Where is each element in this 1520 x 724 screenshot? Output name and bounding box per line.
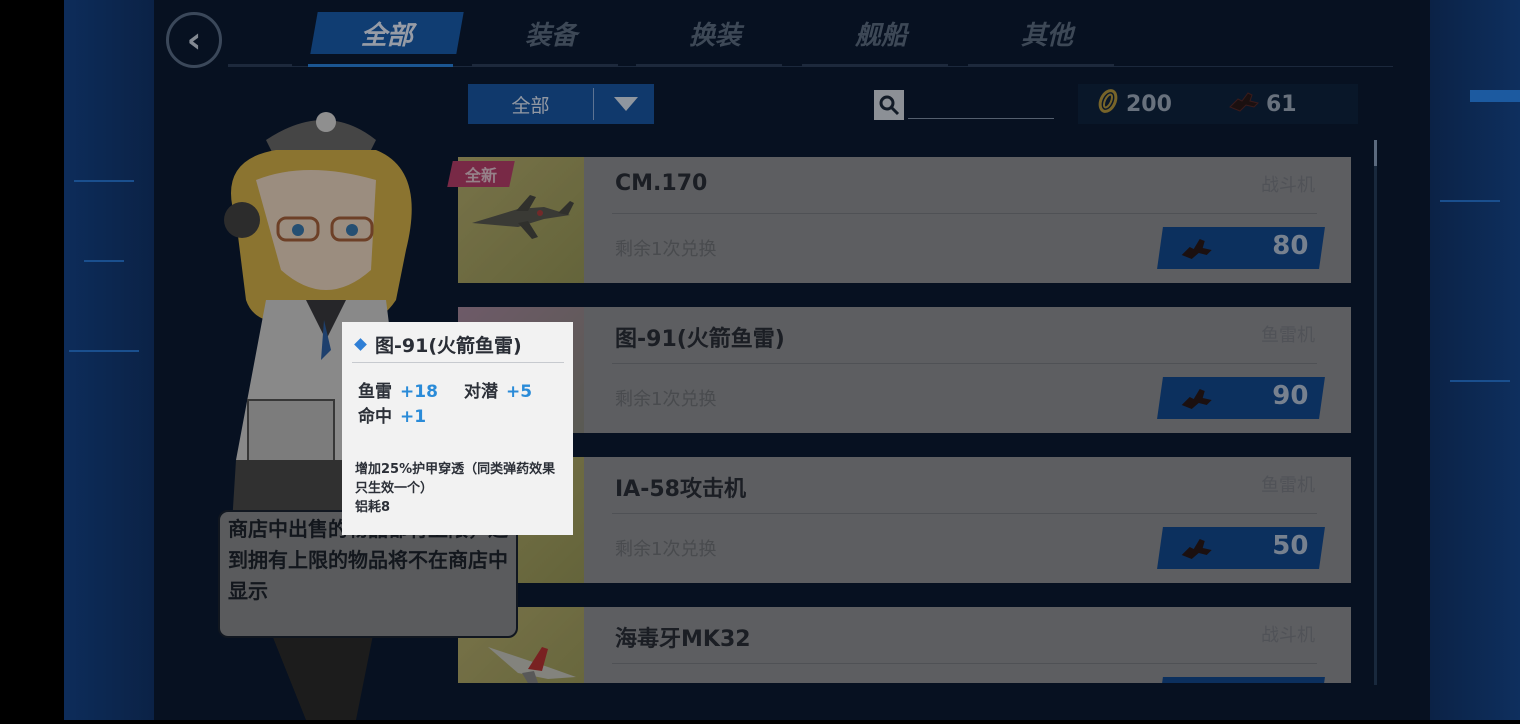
tab-divider <box>968 64 1114 67</box>
tab-divider <box>636 64 782 67</box>
tab-other[interactable]: 其他 <box>974 12 1120 54</box>
plane-token-icon <box>1180 535 1214 565</box>
tab-all[interactable]: 全部 <box>310 12 464 54</box>
token-count: 61 <box>1266 91 1297 117</box>
dropdown-label: 全部 <box>511 94 550 117</box>
item-divider <box>612 513 1317 514</box>
buy-button[interactable]: 80 <box>1157 227 1325 269</box>
tooltip-title: 图-91(火箭鱼雷) <box>354 331 522 358</box>
stat-torpedo: 鱼雷 +18 <box>358 382 438 402</box>
chevron-left-icon: ‹ <box>186 19 202 61</box>
right-deco-panel <box>1430 0 1520 720</box>
search-input[interactable] <box>908 118 1054 119</box>
effect-text: 增加25%护甲穿透（同类弹药效果只生效一个） <box>355 462 556 496</box>
tooltip-description: 增加25%护甲穿透（同类弹药效果只生效一个） 铝耗8 <box>355 460 565 517</box>
shop-item[interactable]: 海毒牙MK32 战斗机 <box>458 607 1351 683</box>
buy-button[interactable] <box>1157 677 1325 683</box>
item-divider <box>612 363 1317 364</box>
shop-item[interactable]: 全新 CM.170 战斗机 剩余1次兑换 80 <box>447 157 1351 283</box>
plane-token-icon <box>1180 385 1214 415</box>
stat-asw: 对潜 +5 <box>464 382 533 402</box>
plane-token-icon <box>1180 235 1214 265</box>
stat-accuracy: 命中 +1 <box>358 407 427 427</box>
item-remaining: 剩余1次兑换 <box>615 239 717 260</box>
left-deco-panel <box>64 0 154 720</box>
tooltip-divider <box>352 362 564 363</box>
plane-token-icon <box>1228 89 1260 119</box>
item-name: IA-58攻击机 <box>615 477 746 502</box>
dropdown-separator <box>593 88 594 120</box>
tab-equipment[interactable]: 装备 <box>478 12 624 54</box>
item-price: 50 <box>1272 531 1309 561</box>
item-detail-tooltip: 图-91(火箭鱼雷) 鱼雷 +18 对潜 +5 命中 +1 增加25%护甲穿透（同类弹… <box>342 322 573 535</box>
item-type: 战斗机 <box>1261 625 1315 646</box>
coin-balance: 200 <box>1096 84 1172 124</box>
item-type: 战斗机 <box>1261 175 1315 196</box>
category-dropdown[interactable]: 全部 <box>468 84 654 124</box>
cost-text: 铝耗8 <box>355 500 391 515</box>
list-scrollbar[interactable] <box>1374 140 1377 685</box>
item-divider <box>612 213 1317 214</box>
token-balance: 61 <box>1228 84 1297 124</box>
item-remaining: 剩余1次兑换 <box>615 539 717 560</box>
buy-button[interactable]: 90 <box>1157 377 1325 419</box>
item-name: CM.170 <box>615 171 708 196</box>
item-name: 海毒牙MK32 <box>615 627 751 652</box>
currency-bar: 200 61 <box>1078 84 1358 124</box>
item-price: 90 <box>1272 381 1309 411</box>
item-name: 图-91(火箭鱼雷) <box>615 327 785 352</box>
tab-divider <box>228 64 292 67</box>
shop-item[interactable]: IA-58攻击机 鱼雷机 剩余1次兑换 50 <box>458 457 1351 583</box>
item-remaining: 剩余1次兑换 <box>615 389 717 410</box>
dropdown-arrow-icon <box>614 97 638 111</box>
item-type: 鱼雷机 <box>1261 325 1315 346</box>
coin-icon <box>1096 88 1120 120</box>
tab-divider <box>472 64 618 67</box>
tab-divider <box>802 64 948 67</box>
coin-count: 200 <box>1126 91 1172 117</box>
item-price: 80 <box>1272 231 1309 261</box>
tab-skin[interactable]: 换装 <box>642 12 788 54</box>
shop-item[interactable]: 图-91(火箭鱼雷) 鱼雷机 剩余1次兑换 90 <box>458 307 1351 433</box>
search-icon[interactable] <box>874 90 904 120</box>
item-type: 鱼雷机 <box>1261 475 1315 496</box>
tab-active-underline <box>308 64 453 67</box>
back-button[interactable]: ‹ <box>166 12 222 68</box>
new-badge: 全新 <box>447 161 515 187</box>
tab-bar: 全部 装备 换装 舰船 其他 <box>228 0 1393 67</box>
tab-ships[interactable]: 舰船 <box>808 12 954 54</box>
item-divider <box>612 663 1317 664</box>
buy-button[interactable]: 50 <box>1157 527 1325 569</box>
scrollbar-thumb[interactable] <box>1374 140 1377 166</box>
diamond-icon <box>354 338 367 351</box>
